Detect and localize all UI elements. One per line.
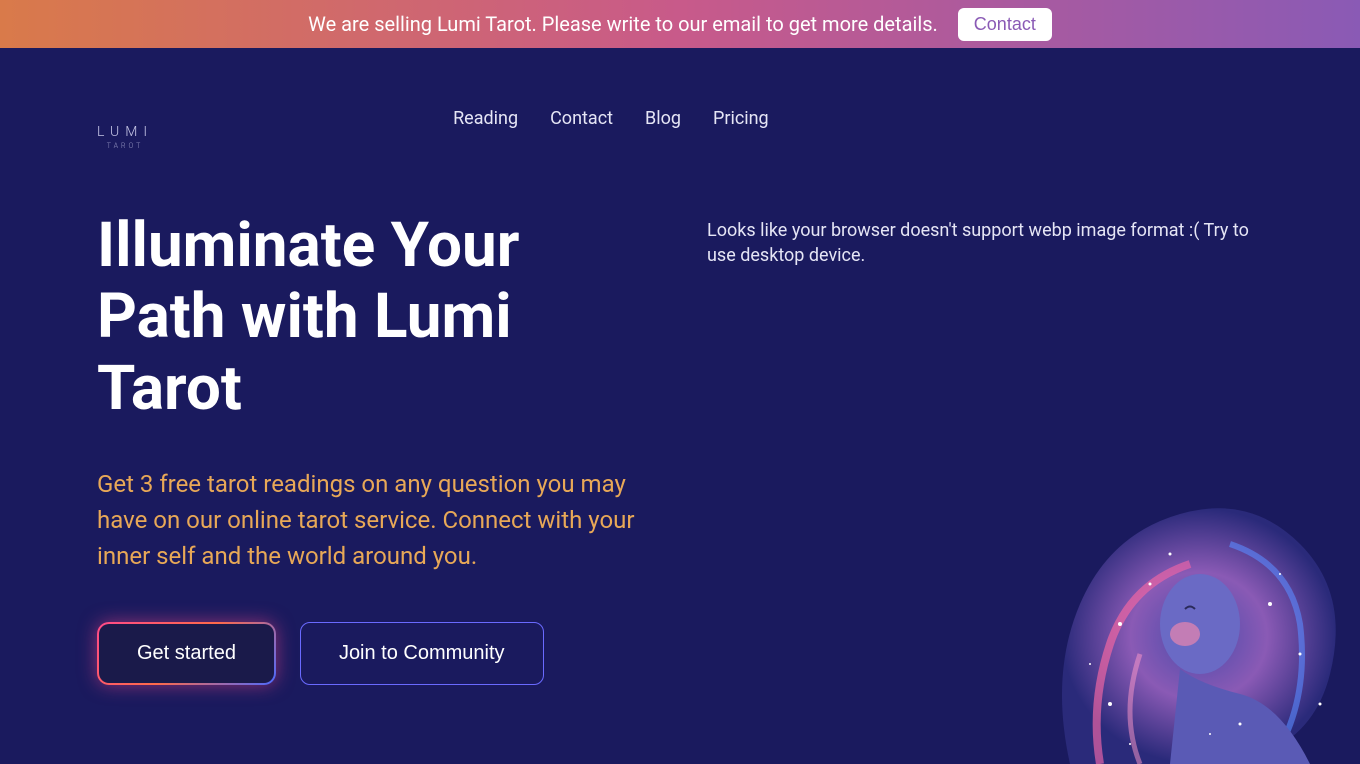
moon-icon bbox=[103, 86, 147, 130]
main-nav: Reading Contact Blog Pricing bbox=[453, 108, 769, 129]
header: LUMI TAROT Reading Contact Blog Pricing bbox=[97, 86, 1263, 150]
announcement-bar: We are selling Lumi Tarot. Please write … bbox=[0, 0, 1360, 48]
nav-blog[interactable]: Blog bbox=[645, 108, 681, 129]
cosmic-woman-illustration bbox=[1020, 424, 1360, 764]
get-started-button[interactable]: Get started bbox=[99, 624, 274, 683]
announcement-contact-button[interactable]: Contact bbox=[958, 8, 1052, 41]
nav-reading[interactable]: Reading bbox=[453, 108, 518, 129]
browser-error-message: Looks like your browser doesn't support … bbox=[707, 218, 1263, 268]
nav-contact[interactable]: Contact bbox=[550, 108, 613, 129]
hero-left: Illuminate Your Path with Lumi Tarot Get… bbox=[97, 210, 637, 685]
nav-pricing[interactable]: Pricing bbox=[713, 108, 769, 129]
get-started-button-wrapper: Get started bbox=[97, 622, 276, 685]
hero-buttons: Get started Join to Community bbox=[97, 622, 637, 685]
logo-subtext: TAROT bbox=[107, 142, 144, 150]
join-community-button[interactable]: Join to Community bbox=[300, 622, 544, 685]
announcement-text: We are selling Lumi Tarot. Please write … bbox=[308, 12, 938, 36]
logo[interactable]: LUMI TAROT bbox=[97, 86, 153, 150]
hero-title: Illuminate Your Path with Lumi Tarot bbox=[97, 210, 637, 424]
hero-subtitle: Get 3 free tarot readings on any questio… bbox=[97, 466, 637, 574]
